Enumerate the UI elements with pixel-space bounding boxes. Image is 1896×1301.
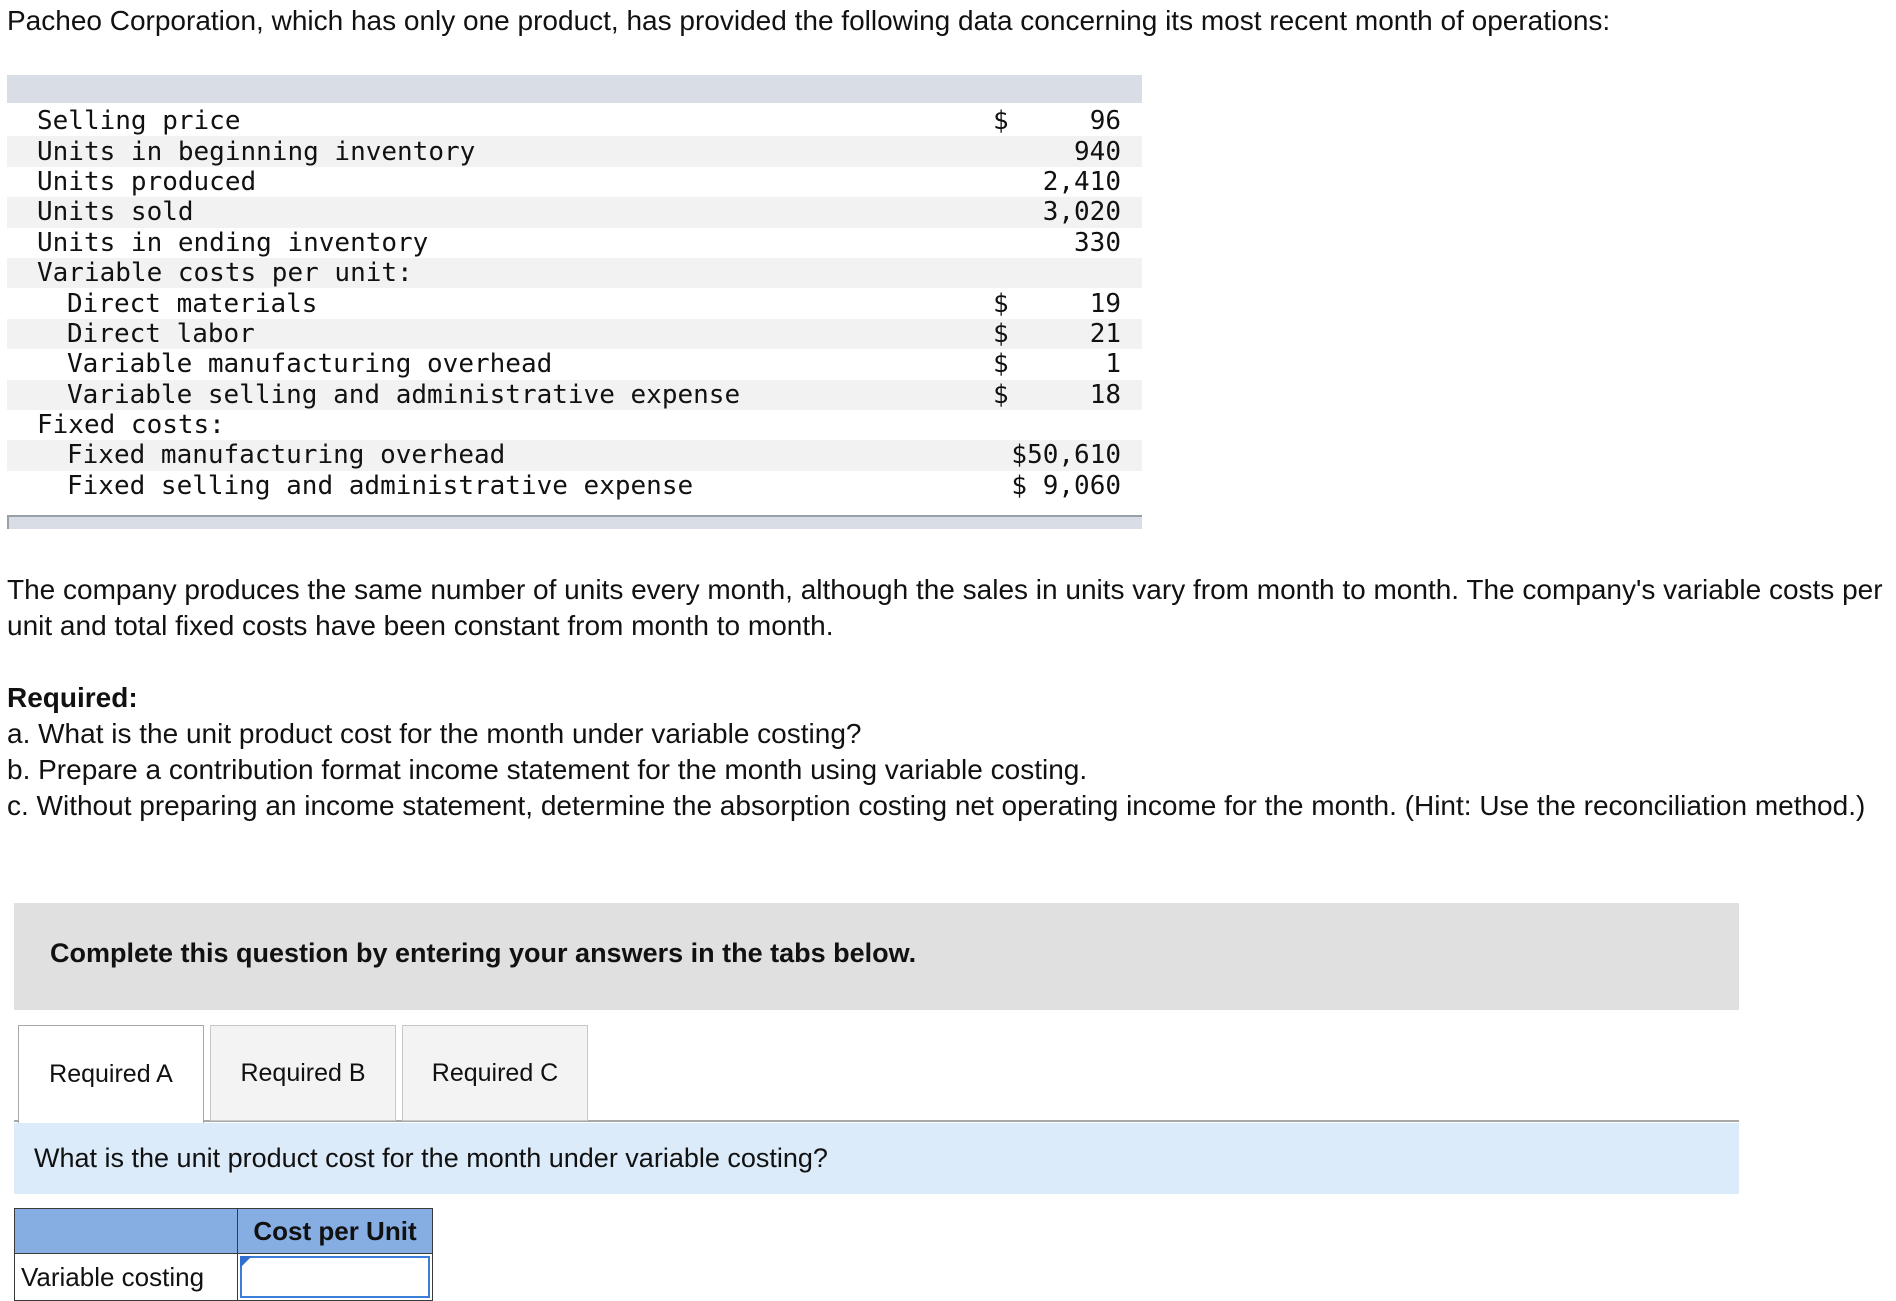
data-table-footer — [7, 515, 1142, 529]
data-row-amount: $ 9,060 — [1011, 470, 1121, 501]
data-row-value: 96 — [1089, 106, 1121, 137]
question-text: What is the unit product cost for the mo… — [34, 1143, 828, 1173]
data-row-currency: $ — [993, 318, 1009, 349]
data-row: Fixed costs: — [7, 409, 1142, 441]
data-row-value: 19 — [1089, 288, 1121, 319]
required-a-text: a. What is the unit product cost for the… — [7, 718, 862, 749]
cost-per-unit-header: Cost per Unit — [237, 1208, 433, 1254]
intro-text: Pacheo Corporation, which has only one p… — [7, 5, 1611, 36]
data-table-body: Selling price $96 Units in beginning inven… — [7, 103, 1142, 502]
data-row-value: 18 — [1089, 379, 1121, 410]
data-row: Fixed selling and administrative expense… — [7, 470, 1142, 502]
data-row-value: 21 — [1089, 318, 1121, 349]
data-row-label: Variable selling and administrative expe… — [67, 379, 741, 410]
data-row: Units produced 2,410 — [7, 166, 1142, 198]
data-row-currency: $ — [993, 106, 1009, 137]
required-section: Required: a. What is the unit product co… — [7, 680, 1887, 824]
data-row: Variable manufacturing overhead $1 — [7, 349, 1142, 380]
cost-per-unit-input[interactable] — [240, 1256, 430, 1298]
data-table-header — [7, 75, 1142, 103]
data-row-currency: $ — [993, 288, 1009, 319]
data-row-label: Direct labor — [67, 318, 255, 349]
cost-per-unit-cell — [237, 1254, 433, 1301]
data-row-label: Fixed selling and administrative expense — [67, 470, 694, 501]
tab-required-b[interactable]: Required B — [210, 1025, 396, 1121]
data-row: Units in ending inventory 330 — [7, 227, 1142, 258]
data-row: Units in beginning inventory 940 — [7, 136, 1142, 167]
data-row-currency: $ — [993, 379, 1009, 410]
data-row-value: 940 — [1074, 136, 1121, 167]
input-corner-marker-icon — [240, 1256, 252, 1268]
data-row: Selling price $96 — [7, 106, 1142, 137]
question-prompt: What is the unit product cost for the mo… — [14, 1123, 1739, 1194]
tab-required-c[interactable]: Required C — [402, 1025, 588, 1121]
instruction-banner: Complete this question by entering your … — [14, 903, 1739, 1010]
data-row: Fixed manufacturing overhead $50,610 — [7, 440, 1142, 471]
data-row: Direct materials $19 — [7, 288, 1142, 319]
data-table: Selling price $96 Units in beginning inven… — [7, 75, 1142, 529]
data-row: Direct labor $21 — [7, 318, 1142, 350]
data-row-value: 330 — [1074, 227, 1121, 258]
answer-header-blank — [14, 1208, 237, 1254]
data-row-value: 1 — [1105, 349, 1121, 380]
data-row-value: 3,020 — [1042, 197, 1121, 228]
data-row-label: Units in beginning inventory — [37, 136, 476, 167]
answer-table: Cost per Unit Variable costing — [14, 1208, 433, 1301]
data-row-label: Units sold — [37, 197, 194, 228]
data-row-value: 2,410 — [1042, 166, 1121, 197]
data-row-label: Selling price — [37, 106, 241, 137]
data-row: Units sold 3,020 — [7, 197, 1142, 228]
answer-row-variable-costing: Variable costing — [14, 1254, 433, 1301]
data-row-currency: $ — [993, 349, 1009, 380]
data-row-label: Fixed costs: — [37, 410, 225, 441]
data-row: Variable selling and administrative expe… — [7, 379, 1142, 410]
data-row-label: Fixed manufacturing overhead — [67, 440, 506, 471]
data-row-label: Direct materials — [67, 288, 318, 319]
required-c-text: c. Without preparing an income statement… — [7, 790, 1866, 821]
data-row-amount: $50,610 — [1011, 440, 1121, 471]
description-paragraph: The company produces the same number of … — [7, 574, 1883, 641]
variable-costing-label: Variable costing — [14, 1254, 237, 1301]
data-row-label: Variable manufacturing overhead — [67, 349, 553, 380]
required-b-text: b. Prepare a contribution format income … — [7, 754, 1088, 785]
required-heading: Required: — [7, 682, 138, 713]
instruction-text: Complete this question by entering your … — [50, 938, 917, 968]
data-row: Variable costs per unit: — [7, 257, 1142, 289]
data-row-label: Units in ending inventory — [37, 227, 429, 258]
data-row-label: Units produced — [37, 166, 257, 197]
answer-table-header: Cost per Unit — [14, 1208, 433, 1254]
tab-required-a[interactable]: Required A — [18, 1025, 204, 1123]
data-row-label: Variable costs per unit: — [37, 258, 413, 289]
